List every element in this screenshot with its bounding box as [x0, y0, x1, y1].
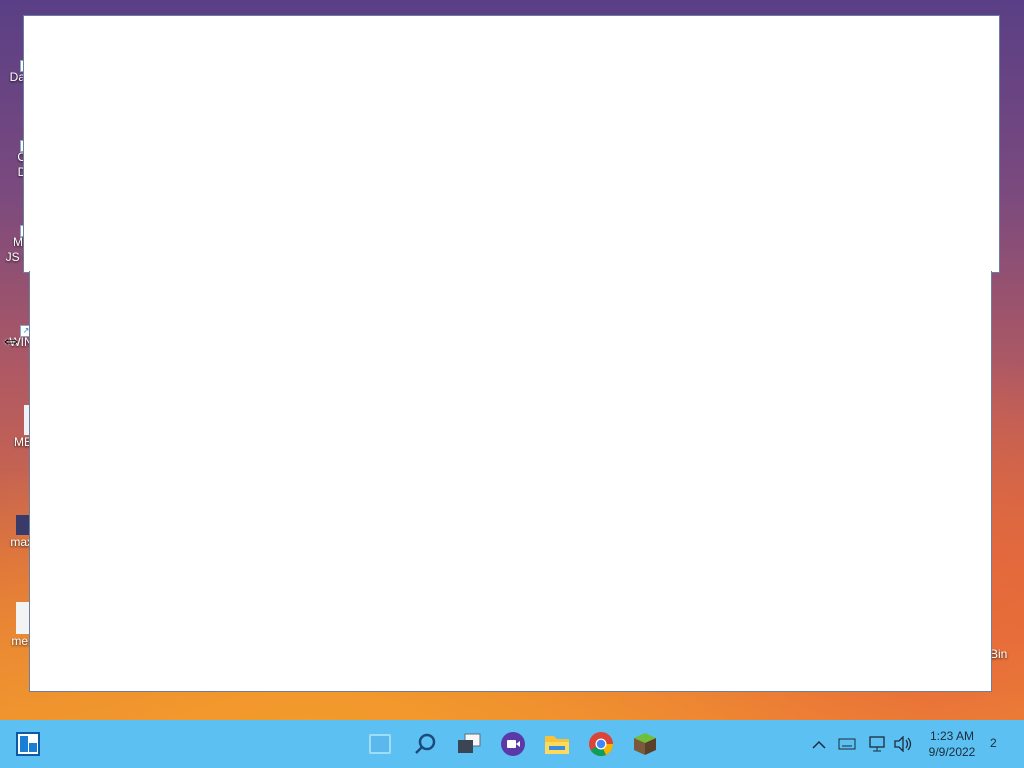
- clock-date: 9/9/2022: [928, 745, 976, 759]
- document-icon: [16, 602, 30, 634]
- volume-icon[interactable]: [887, 728, 919, 760]
- minecraft-icon[interactable]: [629, 728, 661, 760]
- start-icon[interactable]: [12, 728, 44, 760]
- keyboard-icon[interactable]: [831, 728, 863, 760]
- clock-time: 1:23 AM: [929, 729, 975, 743]
- taskbar-clock[interactable]: 1:23 AM 9/9/2022: [920, 728, 984, 760]
- task-view-icon[interactable]: [453, 728, 485, 760]
- blank-window-back[interactable]: [23, 15, 1000, 273]
- meet-icon[interactable]: [497, 728, 529, 760]
- recycle-bin-label[interactable]: Bin: [990, 647, 1007, 661]
- notification-count[interactable]: 2: [990, 736, 997, 750]
- resize-cursor-icon: ⇔: [0, 327, 22, 352]
- blank-window-front[interactable]: [29, 271, 992, 692]
- blank-window-front-top: [29, 256, 990, 272]
- search-icon[interactable]: [409, 728, 441, 760]
- chrome-icon[interactable]: [585, 728, 617, 760]
- widgets-icon[interactable]: [364, 728, 396, 760]
- file-explorer-icon[interactable]: [541, 728, 573, 760]
- taskbar: 1:23 AM 9/9/2022 2: [0, 720, 1024, 768]
